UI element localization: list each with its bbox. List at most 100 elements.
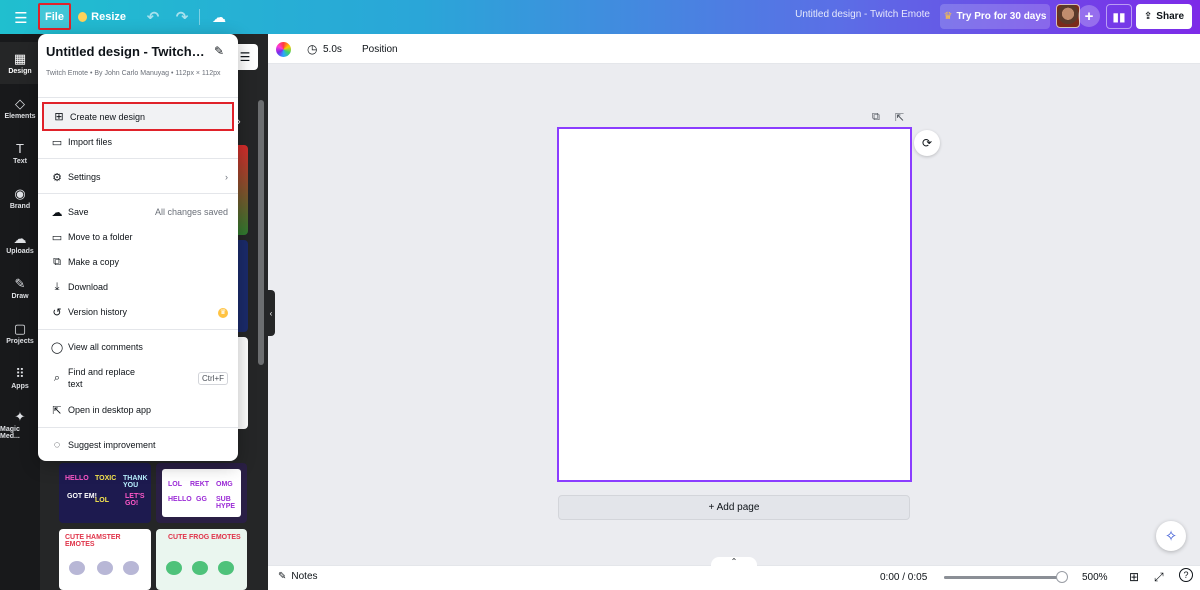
refresh-icon[interactable]: ⟳ <box>914 130 940 156</box>
file-menu-button[interactable]: File <box>38 3 71 30</box>
menu-item-label: Move to a folder <box>68 232 133 242</box>
elements-icon: ◇ <box>15 95 25 111</box>
rail-item-design[interactable]: ▦ Design <box>0 42 40 84</box>
download-icon: ⤓ <box>54 280 60 293</box>
rail-label: Brand <box>9 202 31 210</box>
top-bar: ☰ File Resize ↶ ↷ ☁ Untitled design - Tw… <box>0 0 1200 34</box>
magic-media-icon: ✦ <box>14 409 26 424</box>
color-wheel-icon[interactable] <box>276 42 291 57</box>
insights-icon[interactable]: ▮▮ <box>1106 4 1132 29</box>
draw-icon: ✎ <box>14 275 26 291</box>
text-icon: T <box>16 140 24 156</box>
duration-label[interactable]: 5.0s <box>323 44 342 55</box>
emote-word: OMG <box>216 481 233 488</box>
external-link-icon: ⇱ <box>52 404 62 417</box>
rail-label: Apps <box>11 382 29 390</box>
menu-item-label: Create new design <box>70 111 146 122</box>
version-history-item[interactable]: ↺ Version history ♛ <box>42 301 234 323</box>
share-button[interactable]: ⇪ Share <box>1136 4 1192 29</box>
save-item[interactable]: ☁ Save All changes saved <box>42 201 234 223</box>
view-comments-item[interactable]: ◯ View all comments <box>42 336 234 358</box>
duplicate-page-icon[interactable]: ⧉ <box>872 111 880 124</box>
menu-item-label: Settings <box>68 172 101 182</box>
template-title: CUTE FROG EMOTES <box>168 534 241 541</box>
import-files-item[interactable]: ▭ Import files <box>42 131 234 153</box>
divider <box>38 97 238 98</box>
panel-scrollbar[interactable] <box>258 100 264 365</box>
menu-item-label: Import files <box>68 137 113 147</box>
rail-item-elements[interactable]: ◇ Elements <box>0 87 40 129</box>
rail-item-magic-media[interactable]: ✦ Magic Med... <box>0 404 40 446</box>
rail-item-uploads[interactable]: ☁ Uploads <box>0 222 40 264</box>
shortcut-badge: Ctrl+F <box>198 372 228 385</box>
crown-icon <box>78 12 88 22</box>
chevron-up-icon[interactable]: ⌃ <box>711 557 757 567</box>
add-collaborator-icon[interactable]: + <box>1078 5 1100 27</box>
move-to-folder-item[interactable]: ▭ Move to a folder <box>42 226 234 248</box>
rail-item-text[interactable]: T Text <box>0 132 40 174</box>
divider <box>199 9 200 25</box>
resize-label: Resize <box>91 11 126 23</box>
suggest-improvement-item[interactable]: ◌ Suggest improvement <box>42 434 234 456</box>
share-icon: ⇪ <box>1143 11 1153 22</box>
grid-view-icon[interactable]: ⊞ <box>1129 570 1139 584</box>
hamburger-menu-icon[interactable]: ☰ <box>10 5 32 31</box>
zoom-slider-handle[interactable] <box>1056 571 1068 583</box>
add-page-button[interactable]: + Add page <box>558 495 910 520</box>
rail-label: Design <box>8 67 32 75</box>
rail-label: Magic Med... <box>0 426 20 440</box>
add-page-icon[interactable]: ⇱ <box>895 111 904 124</box>
apps-icon: ⠿ <box>15 365 25 381</box>
help-icon[interactable]: ? <box>1179 568 1193 582</box>
download-item[interactable]: ⤓ Download <box>42 276 234 298</box>
rail-item-draw[interactable]: ✎ Draw <box>0 267 40 309</box>
rail-item-projects[interactable]: ▢ Projects <box>0 312 40 354</box>
template-thumbnail[interactable]: CUTE FROG EMOTES <box>156 529 247 590</box>
design-canvas[interactable] <box>557 127 912 482</box>
open-desktop-app-item[interactable]: ⇱ Open in desktop app <box>42 399 234 421</box>
settings-item[interactable]: ⚙ Settings › <box>42 166 234 188</box>
divider <box>38 158 238 159</box>
pencil-icon[interactable]: ✎ <box>214 44 224 58</box>
notes-button[interactable]: ✎ Notes <box>278 571 318 582</box>
rail-item-apps[interactable]: ⠿ Apps <box>0 357 40 399</box>
magic-assistant-icon[interactable]: ✧ <box>1156 521 1186 551</box>
document-title[interactable]: Untitled design - Twitch Emote <box>760 9 930 20</box>
rail-label: Draw <box>11 292 29 300</box>
undo-icon[interactable]: ↶ <box>144 4 162 30</box>
collapse-panel-handle[interactable]: ‹ <box>267 290 275 336</box>
crown-icon: ♛ <box>943 11 953 22</box>
zoom-slider[interactable] <box>944 576 1064 579</box>
resize-button[interactable]: Resize <box>78 4 126 30</box>
folder-icon: ▭ <box>51 231 63 244</box>
rail-label: Projects <box>6 337 34 345</box>
cloud-save-icon[interactable]: ☁ <box>209 4 229 30</box>
template-thumbnail[interactable]: CUTE HAMSTER EMOTES <box>59 529 151 590</box>
emote-word: GG <box>196 496 207 503</box>
emote-word: GOT EM! <box>67 493 97 500</box>
emote-word: LOL <box>95 497 109 504</box>
emote-word: SUB HYPE <box>216 496 236 510</box>
zoom-level[interactable]: 500% <box>1082 572 1108 583</box>
create-new-design-item[interactable]: ⊞ Create new design <box>42 102 234 131</box>
rail-item-brand[interactable]: ◉ Brand <box>0 177 40 219</box>
template-thumbnail[interactable]: LOL REKT OMG HELLO GG SUB HYPE <box>156 463 247 523</box>
file-icon: ▭ <box>51 136 63 149</box>
cloud-icon: ☁ <box>51 206 63 219</box>
template-thumbnail[interactable]: HELLO TOXIC THANK YOU GOT EM! LOL LET'S … <box>59 463 151 523</box>
share-label: Share <box>1156 11 1185 22</box>
emote-word: TOXIC <box>95 475 117 482</box>
try-pro-button[interactable]: ♛ Try Pro for 30 days <box>940 4 1050 29</box>
menu-design-title[interactable]: Untitled design - Twitch Emote <box>46 44 208 59</box>
fullscreen-icon[interactable]: ⤢ <box>1154 570 1164 585</box>
make-copy-item[interactable]: ⧉ Make a copy <box>42 251 234 273</box>
zoom-slider-fill <box>944 576 1061 579</box>
avatar[interactable] <box>1056 4 1080 28</box>
menu-item-label: Version history <box>68 307 128 317</box>
timer-icon[interactable]: ◷ <box>307 42 317 56</box>
hamster-emote <box>69 561 85 575</box>
frog-emote <box>166 561 182 575</box>
redo-icon[interactable]: ↷ <box>173 4 191 30</box>
position-button[interactable]: Position <box>362 44 398 55</box>
find-replace-item[interactable]: ⌕ Find and replace text Ctrl+F <box>42 364 234 392</box>
